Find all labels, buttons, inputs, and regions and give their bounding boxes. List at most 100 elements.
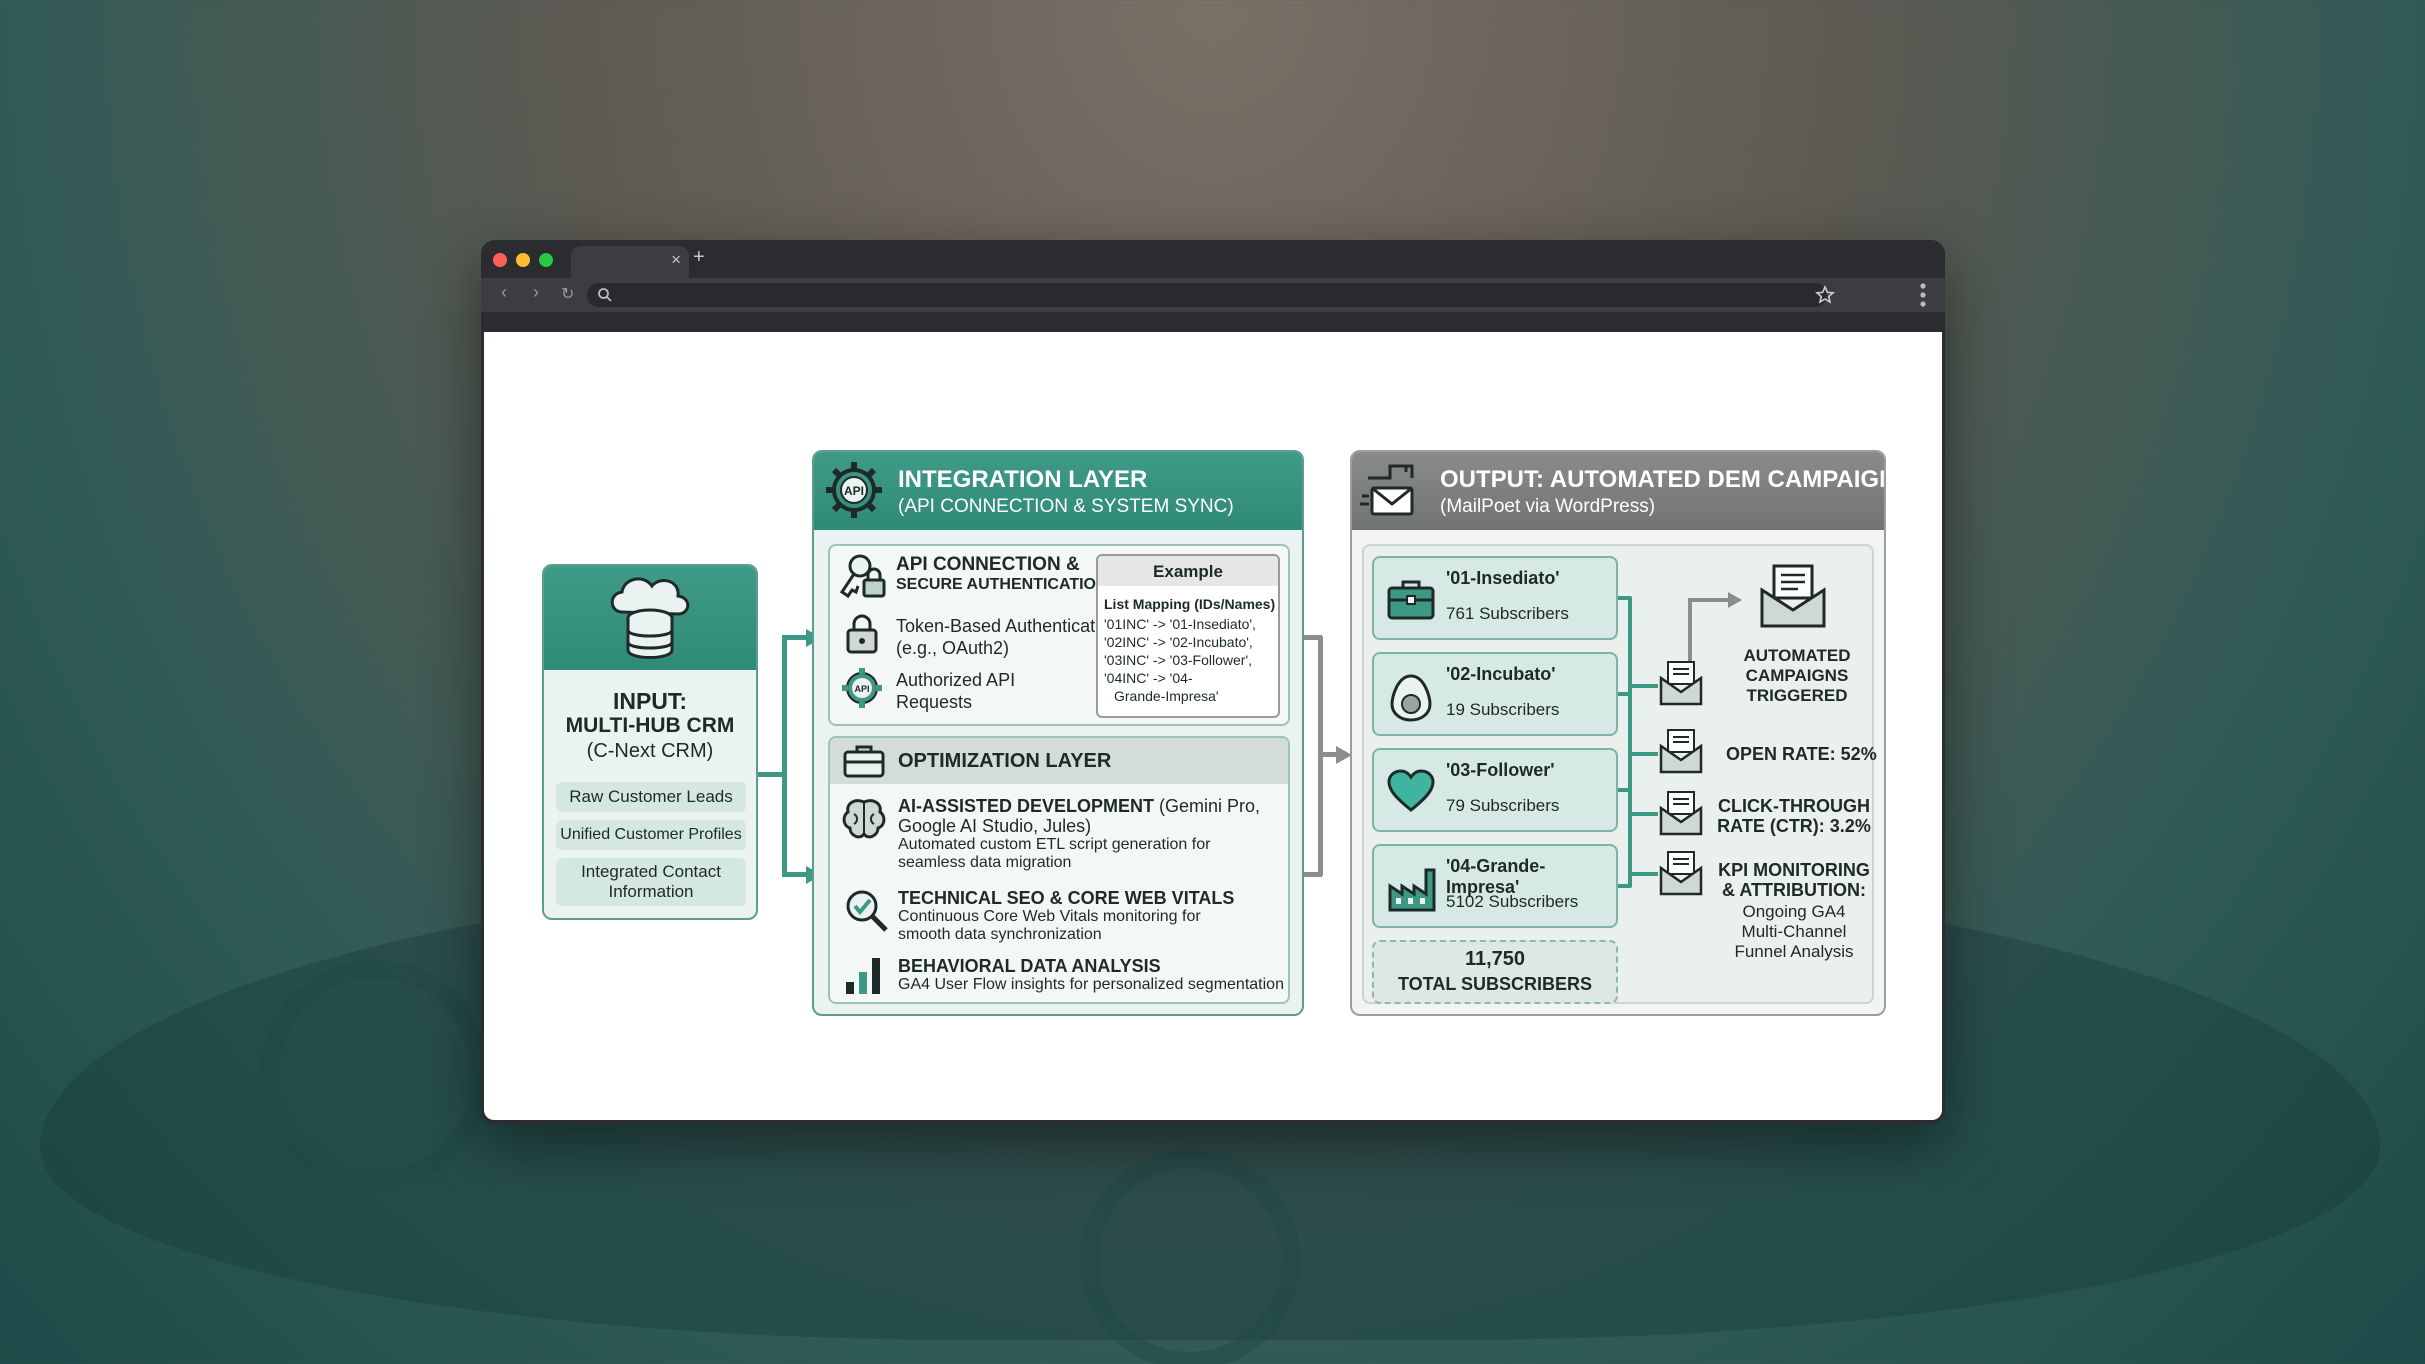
ai-title: AI-ASSISTED DEVELOPMENT (Gemini Pro, bbox=[898, 796, 1260, 817]
maximize-window-button[interactable] bbox=[539, 253, 553, 267]
input-item: Integrated Contact Information bbox=[556, 858, 746, 906]
browser-toolbar: ‹ › ↻ bbox=[481, 278, 1945, 312]
output-title: OUTPUT: AUTOMATED DEM CAMPAIGNS bbox=[1440, 466, 1886, 493]
mapping-line: '04INC' -> '04- bbox=[1104, 670, 1193, 686]
behavioral-desc: GA4 User Flow insights for personalized … bbox=[898, 976, 1284, 993]
bookmark-star-icon[interactable] bbox=[1815, 285, 1835, 305]
segment-card[interactable]: '01-Insediato' 761 Subscribers bbox=[1372, 556, 1618, 640]
token-auth-line2: (e.g., OAuth2) bbox=[896, 638, 1010, 658]
connector bbox=[1628, 812, 1658, 816]
mapping-line: '01INC' -> '01-Insediato', bbox=[1104, 616, 1256, 632]
more-menu-icon[interactable] bbox=[1919, 282, 1927, 308]
example-mapping-card: Example List Mapping (IDs/Names) '01INC'… bbox=[1096, 554, 1280, 718]
envelope-icon bbox=[1659, 661, 1703, 706]
segment-card[interactable]: '02-Incubato' 19 Subscribers bbox=[1372, 652, 1618, 736]
kpi-line1: KPI MONITORING bbox=[1718, 860, 1870, 880]
brain-icon bbox=[842, 799, 886, 839]
ctr-line2: RATE (CTR): 3.2% bbox=[1717, 816, 1871, 836]
segment-card[interactable]: '03-Follower' 79 Subscribers bbox=[1372, 748, 1618, 832]
close-window-button[interactable] bbox=[493, 253, 507, 267]
tab-bar: × + bbox=[481, 240, 1945, 278]
total-number: 11,750 bbox=[1464, 948, 1526, 970]
briefcase-icon bbox=[1387, 580, 1435, 620]
back-icon[interactable]: ‹ bbox=[501, 282, 507, 303]
connector bbox=[782, 635, 787, 875]
new-tab-icon[interactable]: + bbox=[693, 246, 705, 269]
input-title-line2: MULTI-HUB CRM bbox=[565, 714, 735, 737]
integration-layer-panel: API INTEGRATION LAYER (API CONNECTION & … bbox=[812, 450, 1304, 1016]
mapping-line: Grande-Impresa' bbox=[1114, 688, 1219, 704]
input-title-line1: INPUT: bbox=[612, 688, 688, 714]
behavioral-title: BEHAVIORAL DATA ANALYSIS bbox=[898, 956, 1161, 976]
optimization-title: OPTIMIZATION LAYER bbox=[898, 750, 1112, 772]
envelope-icon bbox=[1760, 564, 1826, 628]
seo-desc-line1: Continuous Core Web Vitals monitoring fo… bbox=[898, 908, 1201, 925]
arrow-head-icon bbox=[1728, 592, 1742, 608]
connector bbox=[1628, 684, 1658, 688]
magnifier-check-icon bbox=[846, 890, 888, 932]
input-crm-panel: INPUT: MULTI-HUB CRM (C-Next CRM) Raw Cu… bbox=[542, 564, 758, 920]
factory-icon bbox=[1388, 868, 1436, 912]
mapping-line: '03INC' -> '03-Follower', bbox=[1104, 652, 1253, 668]
search-icon bbox=[598, 288, 612, 302]
input-header bbox=[544, 566, 756, 670]
mapping-title: List Mapping (IDs/Names) bbox=[1104, 596, 1276, 612]
mail-pipe-icon bbox=[1360, 464, 1414, 516]
ai-title-strong: AI-ASSISTED DEVELOPMENT bbox=[898, 796, 1155, 816]
background-wheel-right bbox=[1080, 1150, 1300, 1364]
segment-count: 79 Subscribers bbox=[1446, 796, 1560, 815]
output-campaigns-panel: OUTPUT: AUTOMATED DEM CAMPAIGNS (MailPoe… bbox=[1350, 450, 1886, 1016]
example-title: Example bbox=[1153, 562, 1223, 581]
envelope-icon bbox=[1659, 791, 1703, 836]
connector bbox=[1628, 752, 1658, 756]
address-bar[interactable] bbox=[587, 283, 1827, 307]
input-item: Unified Customer Profiles bbox=[556, 820, 746, 850]
forward-icon[interactable]: › bbox=[533, 282, 539, 303]
minimize-window-button[interactable] bbox=[516, 253, 530, 267]
triggered-line: AUTOMATED bbox=[1743, 646, 1851, 665]
total-subscribers-box: 11,750 TOTAL SUBSCRIBERS bbox=[1372, 940, 1618, 1004]
input-title-line3: (C-Next CRM) bbox=[586, 740, 714, 762]
cloud-database-icon bbox=[610, 577, 690, 659]
integration-title: INTEGRATION LAYER bbox=[898, 466, 1148, 493]
api-connection-box: API CONNECTION & SECURE AUTHENTICATION T… bbox=[828, 544, 1290, 726]
connector bbox=[1628, 872, 1658, 876]
browser-window: × + ‹ › ↻ INPUT: MULTI-HUB CRM (C-Next C… bbox=[481, 240, 1945, 1124]
reload-icon[interactable]: ↻ bbox=[561, 284, 574, 304]
tab-close-icon[interactable]: × bbox=[671, 250, 681, 270]
envelope-icon bbox=[1659, 729, 1703, 774]
segment-name: '02-Incubato' bbox=[1446, 664, 1556, 684]
output-subtitle: (MailPoet via WordPress) bbox=[1440, 496, 1656, 517]
total-label: TOTAL SUBSCRIBERS bbox=[1397, 974, 1593, 994]
triggered-line: CAMPAIGNS bbox=[1745, 666, 1849, 685]
mapping-line: '02INC' -> '02-Incubato', bbox=[1104, 634, 1253, 650]
open-rate: OPEN RATE: 52% bbox=[1726, 744, 1877, 764]
segment-count: 761 Subscribers bbox=[1446, 604, 1569, 623]
lock-icon bbox=[846, 614, 878, 654]
optimization-layer-box: OPTIMIZATION LAYER AI-ASSISTED DEVELOPME… bbox=[828, 736, 1290, 1004]
connector bbox=[1688, 598, 1732, 602]
seo-title: TECHNICAL SEO & CORE WEB VITALS bbox=[898, 888, 1235, 908]
integration-subtitle: (API CONNECTION & SYSTEM SYNC) bbox=[898, 496, 1234, 517]
connector bbox=[782, 635, 808, 640]
api-title-line2: SECURE AUTHENTICATION bbox=[896, 576, 1108, 593]
background-wheel-left bbox=[260, 960, 490, 1190]
auth-requests-line2: Requests bbox=[896, 692, 973, 712]
svg-text:API: API bbox=[844, 484, 864, 498]
key-lock-icon bbox=[839, 554, 886, 599]
kpi-line2: & ATTRIBUTION: bbox=[1722, 880, 1866, 900]
segment-name: '03-Follower' bbox=[1446, 760, 1555, 780]
ai-title-rest: (Gemini Pro, bbox=[1154, 796, 1261, 816]
svg-text:API: API bbox=[854, 684, 869, 694]
bar-chart-icon bbox=[846, 958, 880, 994]
segment-name: '01-Insediato' bbox=[1446, 568, 1560, 588]
integration-header: API INTEGRATION LAYER (API CONNECTION & … bbox=[814, 452, 1302, 530]
api-gear-icon: API bbox=[826, 462, 882, 518]
ctr-line1: CLICK-THROUGH bbox=[1718, 796, 1870, 816]
kpi-desc: Funnel Analysis bbox=[1734, 942, 1854, 961]
segment-card[interactable]: '04-Grande-Impresa' 5102 Subscribers bbox=[1372, 844, 1618, 928]
browser-tab[interactable]: × bbox=[571, 246, 689, 278]
egg-icon bbox=[1390, 674, 1432, 722]
envelope-icon bbox=[1659, 851, 1703, 896]
segment-count: 5102 Subscribers bbox=[1446, 892, 1579, 911]
